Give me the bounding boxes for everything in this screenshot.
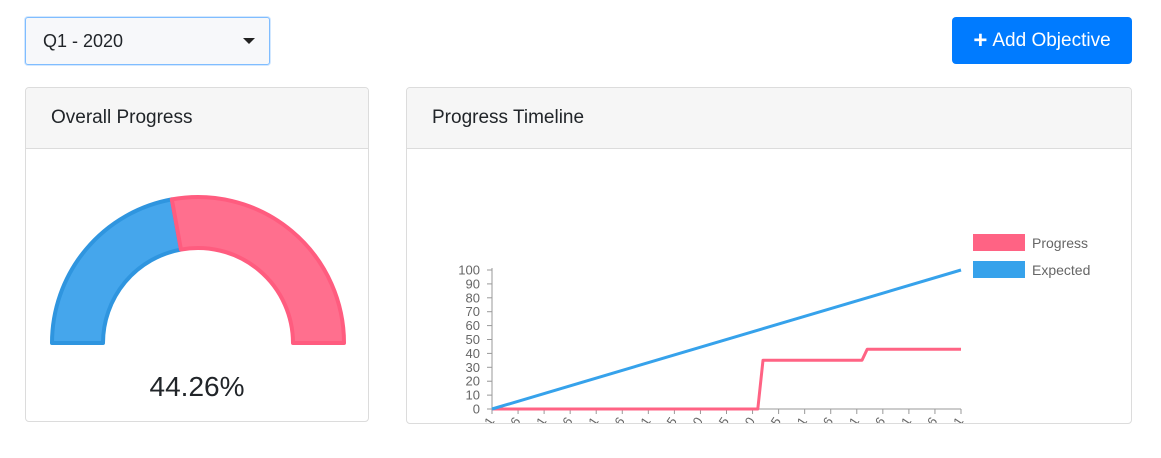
gauge-progress-segment <box>169 195 346 345</box>
legend-swatch-expected <box>973 261 1025 278</box>
y-tick-label: 50 <box>466 332 480 347</box>
progress-timeline-header: Progress Timeline <box>407 88 1131 149</box>
y-tick-label: 100 <box>458 263 480 278</box>
y-tick-label: 20 <box>466 374 480 389</box>
progress-timeline-card: Progress Timeline 0 10 20 30 40 50 60 70 80 90 100… <box>406 87 1132 424</box>
legend-swatch-progress <box>973 234 1025 251</box>
quarter-select-value: Q1 - 2020 <box>43 30 124 51</box>
progress-timeline-title: Progress Timeline <box>432 107 585 128</box>
y-tick-label: 10 <box>466 388 480 403</box>
add-objective-label: Add Objective <box>992 29 1111 51</box>
overall-progress-header: Overall Progress <box>26 88 368 149</box>
y-tick-label: 30 <box>466 360 480 375</box>
series-line-expected <box>491 268 962 411</box>
series-line-progress <box>492 347 961 411</box>
gauge-remaining-segment <box>50 197 183 345</box>
caret-down-icon <box>243 38 255 44</box>
y-tick-label: 0 <box>473 402 480 417</box>
y-tick-label: 60 <box>466 318 480 333</box>
y-tick-label: 70 <box>466 304 480 319</box>
legend-label-expected: Expected <box>1032 262 1090 278</box>
y-tick-label: 80 <box>466 290 480 305</box>
overall-progress-percent: 44.26% <box>149 371 245 402</box>
legend-label-progress: Progress <box>1032 235 1088 251</box>
overall-progress-card: Overall Progress 44.26% <box>25 87 369 422</box>
quarter-select[interactable]: Q1 - 2020 <box>25 17 270 65</box>
y-tick-label: 90 <box>466 276 480 291</box>
progress-timeline-chart: 01020304050607080901002020/01/012020/01/… <box>449 234 1090 423</box>
y-tick-label: 40 <box>466 346 480 361</box>
overall-progress-title: Overall Progress <box>51 107 193 128</box>
plus-icon: + <box>973 26 988 54</box>
add-objective-button[interactable]: + Add Objective <box>952 17 1132 64</box>
